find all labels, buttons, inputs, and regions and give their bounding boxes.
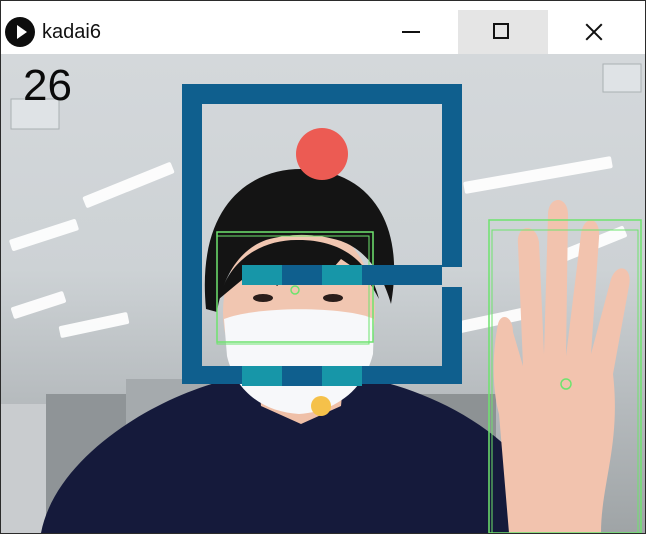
score-counter: 26: [23, 61, 72, 110]
raised-hand: [493, 199, 630, 533]
lower-paddle-segment: [322, 366, 362, 386]
upper-paddle-segment: [242, 265, 282, 285]
game-canvas[interactable]: 26: [1, 54, 645, 533]
eye: [253, 294, 273, 302]
game-frame-left: [182, 84, 202, 384]
red-ball: [296, 128, 348, 180]
eye: [323, 294, 343, 302]
yellow-ball: [311, 396, 331, 416]
game-frame-right-upper: [442, 84, 462, 267]
minimize-button[interactable]: [367, 10, 457, 54]
lower-paddle-segment: [242, 366, 282, 386]
upper-paddle-segment: [322, 265, 362, 285]
upper-paddle-segment: [282, 265, 322, 285]
close-button[interactable]: [549, 10, 639, 54]
title-bar[interactable]: kadai6: [1, 1, 645, 54]
lower-paddle-segment: [282, 366, 322, 386]
window-title: kadai6: [42, 21, 101, 43]
bookshelf: [1, 404, 46, 533]
game-frame-top: [182, 84, 462, 104]
ceiling-vent: [602, 63, 642, 93]
maximize-icon: [493, 23, 509, 39]
minimize-icon: [402, 31, 420, 33]
upper-paddle-segment: [362, 265, 442, 285]
play-icon: [5, 17, 35, 47]
camera-scene: [1, 63, 642, 533]
game-frame-bottom-right: [362, 366, 462, 384]
maximize-button[interactable]: [458, 10, 548, 54]
game-frame-bottom-left: [182, 366, 242, 384]
app-window: kadai6 26: [0, 0, 646, 534]
